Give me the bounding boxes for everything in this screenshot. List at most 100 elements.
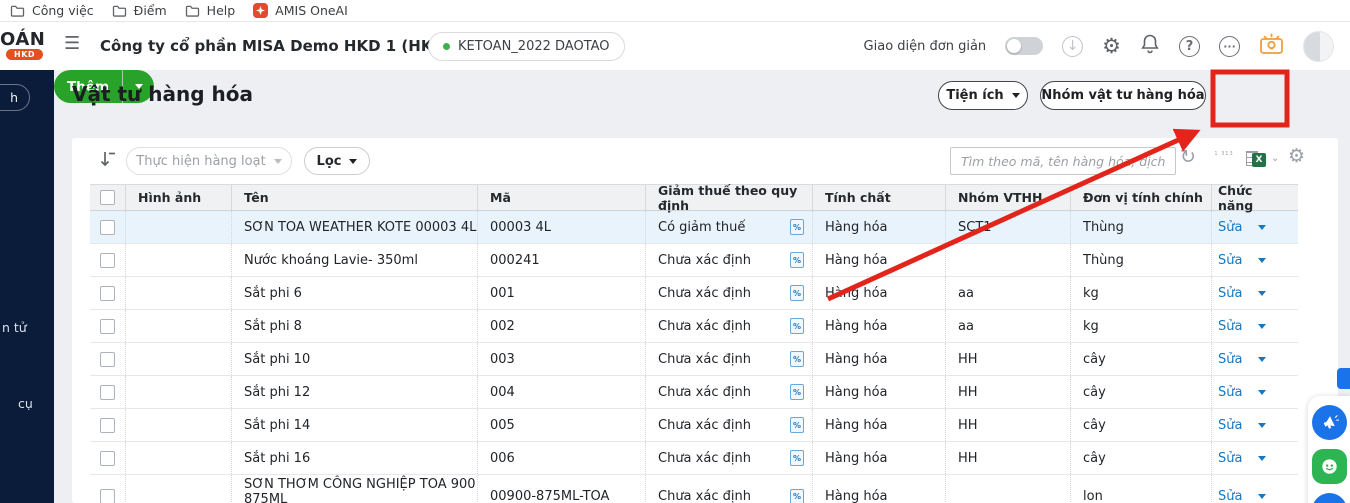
bookmark-folder-cong-viec[interactable]: Công việc bbox=[10, 3, 94, 18]
row-actions-caret-icon[interactable] bbox=[1258, 357, 1266, 362]
edit-link[interactable]: Sửa bbox=[1218, 319, 1242, 334]
col-header-type[interactable]: Tính chất bbox=[812, 185, 945, 210]
bookmark-label: Help bbox=[207, 3, 236, 18]
col-header-unit[interactable]: Đơn vị tính chính bbox=[1070, 185, 1211, 210]
item-name: Sắt phi 8 bbox=[231, 310, 477, 342]
edit-link[interactable]: Sửa bbox=[1218, 220, 1242, 235]
whats-new-idea-icon[interactable] bbox=[1259, 32, 1284, 60]
edit-link[interactable]: Sửa bbox=[1218, 385, 1242, 400]
table-row[interactable]: Sắt phi 8 002 Chưa xác định% Hàng hóa aa… bbox=[90, 310, 1298, 343]
sort-icon[interactable] bbox=[98, 149, 118, 173]
table-row[interactable]: SƠN THƠM CÔNG NGHIỆP TOA 900 875ML 00900… bbox=[90, 475, 1298, 503]
database-selector[interactable]: KETOAN_2022 DAOTAO bbox=[428, 32, 625, 61]
utilities-button[interactable]: Tiện ích bbox=[938, 81, 1028, 110]
item-group: HH bbox=[945, 376, 1070, 408]
item-code: 006 bbox=[477, 442, 645, 474]
col-header-image[interactable]: Hình ảnh bbox=[125, 185, 231, 210]
table-row[interactable]: Sắt phi 14 005 Chưa xác định% Hàng hóa H… bbox=[90, 409, 1298, 442]
tax-percent-doc-icon[interactable]: % bbox=[790, 417, 804, 433]
row-actions-caret-icon[interactable] bbox=[1258, 456, 1266, 461]
row-actions-caret-icon[interactable] bbox=[1258, 423, 1266, 428]
row-actions-caret-icon[interactable] bbox=[1258, 225, 1266, 230]
row-actions-caret-icon[interactable] bbox=[1258, 324, 1266, 329]
bookmark-folder-help[interactable]: Help bbox=[185, 3, 236, 18]
bookmark-folder-diem[interactable]: Điểm bbox=[112, 3, 167, 18]
table-row[interactable]: Sắt phi 10 003 Chưa xác định% Hàng hóa H… bbox=[90, 343, 1298, 376]
tax-percent-doc-icon[interactable]: % bbox=[790, 489, 804, 503]
edit-link[interactable]: Sửa bbox=[1218, 489, 1242, 503]
user-avatar[interactable] bbox=[1303, 31, 1334, 62]
bulk-action-button[interactable]: Thực hiện hàng loạt bbox=[126, 147, 292, 175]
excel-export-icon[interactable]: X ⌄ bbox=[1246, 149, 1279, 167]
tax-percent-doc-icon[interactable]: % bbox=[790, 384, 804, 400]
table-row[interactable]: Nước khoáng Lavie- 350ml 000241 Chưa xác… bbox=[90, 244, 1298, 277]
col-header-name[interactable]: Tên bbox=[231, 185, 477, 210]
settings-gear-icon[interactable]: ⚙ bbox=[1102, 36, 1121, 57]
table-row[interactable]: Sắt phi 6 001 Chưa xác định% Hàng hóa aa… bbox=[90, 277, 1298, 310]
item-name: SƠN TOA WEATHER KOTE 00003 4L bbox=[231, 211, 477, 243]
row-actions-caret-icon[interactable] bbox=[1258, 258, 1266, 263]
more-ellipsis-icon[interactable]: ··· bbox=[1219, 36, 1240, 57]
tax-percent-doc-icon[interactable]: % bbox=[790, 219, 804, 235]
row-checkbox[interactable] bbox=[100, 385, 115, 400]
row-checkbox[interactable] bbox=[100, 489, 115, 503]
download-icon[interactable]: ↓ bbox=[1062, 36, 1083, 57]
item-type: Hàng hóa bbox=[812, 376, 945, 408]
item-group-label: Nhóm vật tư hàng hóa bbox=[1041, 88, 1204, 103]
col-header-code[interactable]: Mã bbox=[477, 185, 645, 210]
table-row[interactable]: Sắt phi 16 006 Chưa xác định% Hàng hóa H… bbox=[90, 442, 1298, 475]
app-logo: OÁN bbox=[0, 29, 45, 50]
tax-percent-doc-icon[interactable]: % bbox=[790, 351, 804, 367]
edit-link[interactable]: Sửa bbox=[1218, 451, 1242, 466]
sidebar-item-cong-cu[interactable]: cụ bbox=[18, 396, 33, 411]
row-checkbox[interactable] bbox=[100, 451, 115, 466]
row-actions-caret-icon[interactable] bbox=[1258, 291, 1266, 296]
select-all-checkbox[interactable] bbox=[100, 190, 115, 205]
item-unit: cây bbox=[1070, 409, 1211, 441]
tax-percent-doc-icon[interactable]: % bbox=[790, 450, 804, 466]
row-checkbox[interactable] bbox=[100, 286, 115, 301]
notification-bell-icon[interactable] bbox=[1140, 33, 1160, 59]
toggle-knob bbox=[1007, 39, 1021, 53]
tax-percent-doc-icon[interactable]: % bbox=[790, 318, 804, 334]
refresh-icon[interactable]: ↻ bbox=[1180, 148, 1196, 167]
menu-hamburger-icon[interactable]: ☰ bbox=[64, 33, 80, 54]
row-checkbox[interactable] bbox=[100, 352, 115, 367]
item-code: 002 bbox=[477, 310, 645, 342]
tax-percent-doc-icon[interactable]: % bbox=[790, 252, 804, 268]
filter-button[interactable]: Lọc bbox=[304, 147, 370, 175]
item-image-cell bbox=[125, 409, 231, 441]
amis-oneai-icon bbox=[253, 3, 268, 18]
row-checkbox[interactable] bbox=[100, 418, 115, 433]
row-checkbox[interactable] bbox=[100, 220, 115, 235]
announcement-megaphone-button[interactable] bbox=[1312, 405, 1347, 440]
misa-amis-app: Công việc Điểm Help AMIS OneAI OÁN HKD ☰… bbox=[0, 0, 1350, 503]
search-input[interactable] bbox=[950, 147, 1176, 175]
row-checkbox[interactable] bbox=[100, 319, 115, 334]
edit-link[interactable]: Sửa bbox=[1218, 253, 1242, 268]
item-group-button[interactable]: Nhóm vật tư hàng hóa bbox=[1040, 81, 1206, 110]
barcode-icon[interactable]: 1 313 bbox=[1214, 151, 1234, 157]
sidebar-item-active[interactable]: h bbox=[0, 84, 30, 111]
row-checkbox[interactable] bbox=[100, 253, 115, 268]
row-actions-caret-icon[interactable] bbox=[1258, 494, 1266, 499]
edit-link[interactable]: Sửa bbox=[1218, 418, 1242, 433]
bookmark-amis-oneai[interactable]: AMIS OneAI bbox=[253, 3, 348, 18]
sidebar-item-dien-tu[interactable]: n tử bbox=[2, 320, 27, 335]
row-actions-caret-icon[interactable] bbox=[1258, 390, 1266, 395]
table-row[interactable]: Sắt phi 12 004 Chưa xác định% Hàng hóa H… bbox=[90, 376, 1298, 409]
edit-link[interactable]: Sửa bbox=[1218, 286, 1242, 301]
chatbot-button[interactable] bbox=[1312, 449, 1347, 484]
col-header-tax[interactable]: Giảm thuế theo quy định bbox=[645, 185, 812, 210]
col-header-group[interactable]: Nhóm VTHH bbox=[945, 185, 1070, 210]
column-settings-gear-icon[interactable]: ⚙ bbox=[1288, 147, 1305, 166]
edit-link[interactable]: Sửa bbox=[1218, 352, 1242, 367]
col-header-actions[interactable]: Chức năng bbox=[1211, 185, 1298, 210]
support-extra-button[interactable] bbox=[1312, 493, 1347, 503]
table-row[interactable]: SƠN TOA WEATHER KOTE 00003 4L 00003 4L C… bbox=[90, 211, 1298, 244]
bookmarks-bar: Công việc Điểm Help AMIS OneAI bbox=[0, 0, 1350, 22]
tax-percent-doc-icon[interactable]: % bbox=[790, 285, 804, 301]
chat-collapsed-tab[interactable] bbox=[1337, 368, 1350, 389]
help-question-icon[interactable]: ? bbox=[1179, 36, 1200, 57]
simple-ui-toggle[interactable] bbox=[1005, 37, 1043, 55]
